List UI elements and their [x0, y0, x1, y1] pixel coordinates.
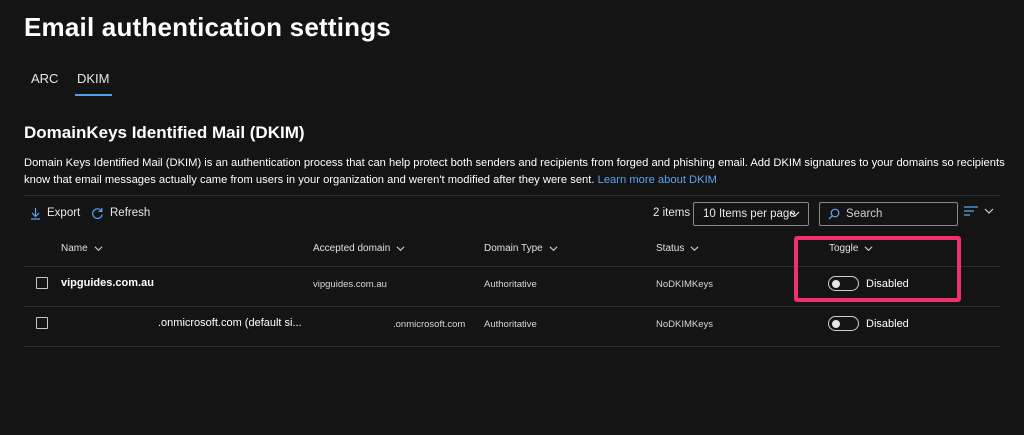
domain-type: Authoritative — [484, 319, 537, 330]
tab-arc[interactable]: ARC — [31, 70, 58, 96]
chevron-down-icon — [396, 246, 405, 252]
accepted-domain: vipguides.com.au — [313, 279, 387, 290]
column-header-accepted-domain[interactable]: Accepted domain — [313, 243, 405, 254]
learn-more-link[interactable]: Learn more about DKIM — [598, 174, 717, 186]
toggle-knob — [832, 319, 840, 328]
column-label: Name — [61, 243, 88, 254]
column-header-name[interactable]: Name — [61, 243, 103, 254]
column-header-status[interactable]: Status — [656, 243, 699, 254]
chevron-down-icon — [790, 211, 800, 217]
tab-dkim[interactable]: DKIM — [75, 70, 112, 96]
row-divider — [24, 346, 1000, 347]
dkim-status: NoDKIMKeys — [656, 279, 714, 290]
section-description: Domain Keys Identified Mail (DKIM) is an… — [24, 155, 1014, 189]
row-checkbox[interactable] — [36, 317, 48, 329]
domain-name[interactable]: vipguides.com.au — [61, 277, 154, 289]
export-label: Export — [47, 207, 81, 219]
column-label: Status — [656, 243, 685, 254]
page-size-dropdown[interactable]: 10 Items per page — [693, 202, 809, 226]
refresh-icon — [92, 207, 103, 219]
column-label: Accepted domain — [313, 243, 391, 254]
domain-type: Authoritative — [484, 279, 537, 290]
column-label: Domain Type — [484, 243, 543, 254]
description-text: Domain Keys Identified Mail (DKIM) is an… — [24, 157, 1005, 186]
section-title: DomainKeys Identified Mail (DKIM) — [24, 123, 305, 142]
search-box — [819, 202, 958, 226]
accepted-domain: .onmicrosoft.com — [393, 319, 466, 330]
page-title: Email authentication settings — [24, 12, 391, 42]
chevron-down-icon — [94, 246, 103, 252]
column-header-domain-type[interactable]: Domain Type — [484, 243, 558, 254]
download-icon — [31, 207, 40, 220]
view-options-button[interactable] — [964, 206, 994, 216]
search-icon — [828, 208, 840, 220]
chevron-down-icon — [984, 208, 994, 214]
toggle-switch[interactable] — [828, 316, 859, 331]
row-divider — [24, 306, 1000, 307]
dkim-toggle: Disabled — [828, 316, 909, 331]
toolbar-divider — [24, 195, 1000, 196]
chevron-down-icon — [690, 246, 699, 252]
refresh-button[interactable]: Refresh — [91, 204, 150, 222]
toggle-label: Disabled — [866, 317, 909, 330]
filter-lines-icon — [964, 206, 978, 216]
search-input[interactable] — [846, 208, 946, 220]
chevron-down-icon — [549, 246, 558, 252]
highlight-annotation-box — [794, 236, 961, 302]
refresh-label: Refresh — [110, 207, 151, 219]
domain-name[interactable]: .onmicrosoft.com (default si... — [158, 317, 302, 329]
row-checkbox[interactable] — [36, 277, 48, 289]
page-size-value: 10 Items per page — [703, 208, 796, 220]
item-count: 2 items — [653, 207, 691, 219]
dkim-status: NoDKIMKeys — [656, 319, 714, 330]
export-button[interactable]: Export — [30, 204, 80, 222]
